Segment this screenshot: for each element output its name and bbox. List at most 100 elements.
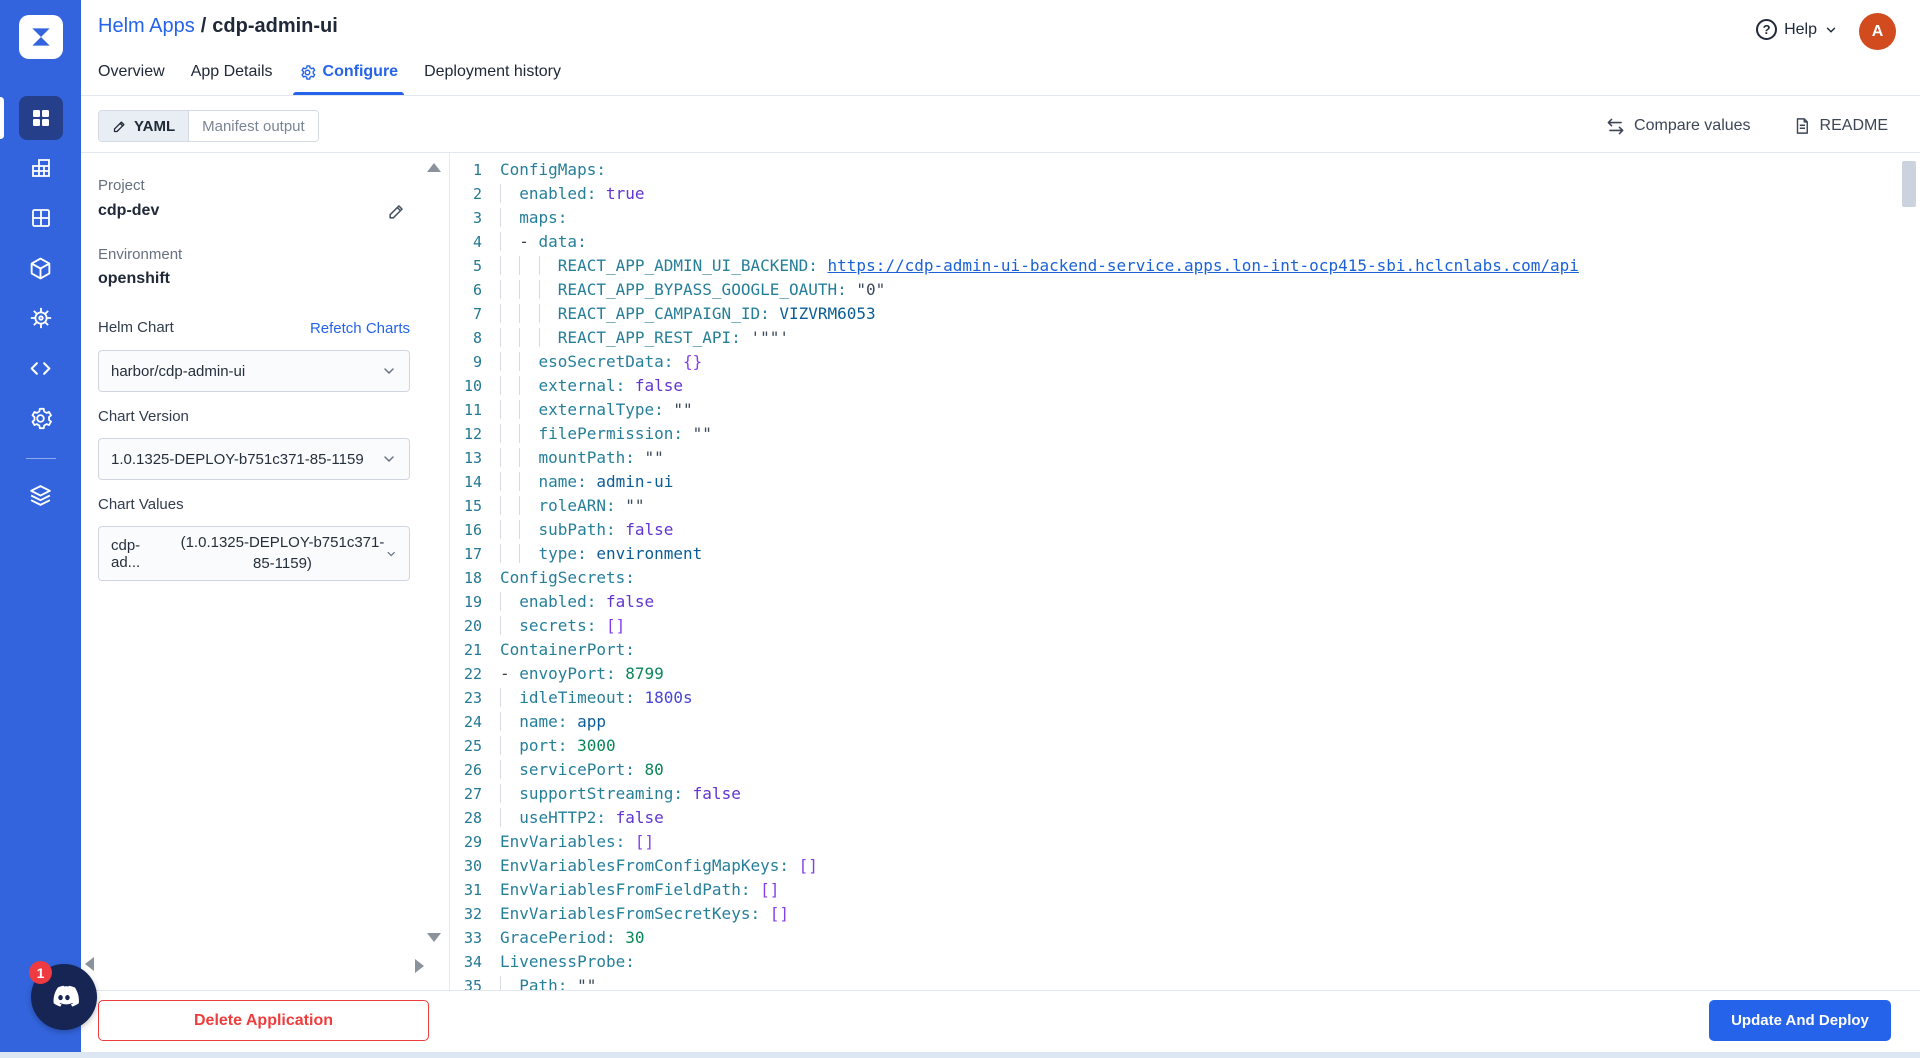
refetch-charts-link[interactable]: Refetch Charts — [310, 320, 410, 337]
code-line[interactable]: 7 REACT_APP_CAMPAIGN_ID: VIZVRM6053 — [450, 302, 1920, 326]
line-number: 21 — [463, 641, 482, 659]
toolbar-actions: Compare values README — [1606, 110, 1888, 142]
sidebar-item-global-config[interactable] — [19, 396, 63, 440]
code-line[interactable]: 15 roleARN: "" — [450, 494, 1920, 518]
code-line[interactable]: 12 filePermission: "" — [450, 422, 1920, 446]
yaml-editor[interactable]: 1 ConfigMaps: 2 enabled: true 3 maps: 4 - da… — [450, 153, 1920, 990]
code-line[interactable]: 29 EnvVariables: [] — [450, 830, 1920, 854]
code-icon — [30, 361, 51, 375]
sidebar-item-application-groups[interactable] — [19, 196, 63, 240]
readme-button[interactable]: README — [1793, 117, 1888, 135]
code-line[interactable]: 24 name: app — [450, 710, 1920, 734]
code-line[interactable]: 1 ConfigMaps: — [450, 158, 1920, 182]
code-line[interactable]: 35 Path: "" — [450, 974, 1920, 990]
line-number: 28 — [463, 809, 482, 827]
layers-icon — [30, 484, 51, 506]
sidebar-item-chart-store[interactable] — [19, 246, 63, 290]
gear-icon — [300, 64, 315, 80]
code-line[interactable]: 28 useHTTP2: false — [450, 806, 1920, 830]
code-line[interactable]: 10 external: false — [450, 374, 1920, 398]
help-label: Help — [1784, 20, 1817, 38]
panel-scroll-right-arrow[interactable] — [415, 959, 424, 973]
edit-project-button[interactable] — [387, 202, 406, 226]
app-logo[interactable] — [19, 15, 63, 59]
chart-values-label: Chart Values — [98, 496, 184, 513]
code-line[interactable]: 31 EnvVariablesFromFieldPath: [] — [450, 878, 1920, 902]
code-line[interactable]: 34 LivenessProbe: — [450, 950, 1920, 974]
chevron-down-icon — [384, 368, 394, 375]
configure-toolbar: YAML Manifest output Compare values READ… — [81, 96, 1920, 153]
tab-app-details[interactable]: App Details — [185, 63, 279, 95]
help-icon: ? — [1756, 19, 1778, 40]
chart-values-select[interactable]: cdp-ad... (1.0.1325-DEPLOY-b751c371-85-1… — [98, 526, 410, 581]
chevron-down-icon — [1826, 27, 1836, 33]
code-line[interactable]: 20 secrets: [] — [450, 614, 1920, 638]
line-number: 8 — [472, 329, 482, 347]
code-line[interactable]: 4 - data: — [450, 230, 1920, 254]
code-line[interactable]: 14 name: admin-ui — [450, 470, 1920, 494]
user-avatar[interactable]: A — [1859, 13, 1896, 50]
code-line[interactable]: 16 subPath: false — [450, 518, 1920, 542]
compare-values-button[interactable]: Compare values — [1606, 117, 1751, 136]
sidebar-item-stack-manager[interactable] — [19, 473, 63, 517]
code-line[interactable]: 9 esoSecretData: {} — [450, 350, 1920, 374]
tab-overview[interactable]: Overview — [92, 63, 171, 95]
devtron-logo-icon — [32, 28, 50, 46]
document-icon — [1796, 118, 1808, 134]
code-line[interactable]: 21 ContainerPort: — [450, 638, 1920, 662]
nav-rail — [0, 0, 81, 1058]
breadcrumb-helm-apps-link[interactable]: Helm Apps — [98, 15, 195, 37]
editor-scrollbar-thumb[interactable] — [1902, 161, 1916, 207]
update-and-deploy-button[interactable]: Update And Deploy — [1709, 1000, 1891, 1041]
code-line[interactable]: 8 REACT_APP_REST_API: '""' — [450, 326, 1920, 350]
sidebar-item-code[interactable] — [19, 346, 63, 390]
panel-scroll-down-arrow[interactable] — [427, 933, 441, 942]
environment-value: openshift — [98, 270, 170, 287]
code-line[interactable]: 5 REACT_APP_ADMIN_UI_BACKEND: https://cd… — [450, 254, 1920, 278]
sidebar-item-applications[interactable] — [18, 96, 63, 140]
panel-scroll-up-arrow[interactable] — [427, 163, 441, 172]
code-line[interactable]: 13 mountPath: "" — [450, 446, 1920, 470]
line-number: 33 — [463, 929, 482, 947]
delete-application-button[interactable]: Delete Application — [98, 1000, 429, 1041]
breadcrumb-separator: / — [200, 15, 207, 37]
code-line[interactable]: 23 idleTimeout: 1800s — [450, 686, 1920, 710]
manifest-output-toggle-button[interactable]: Manifest output — [189, 111, 318, 141]
sidebar-item-helm[interactable] — [19, 296, 63, 340]
code-line[interactable]: 33 GracePeriod: 30 — [450, 926, 1920, 950]
code-line[interactable]: 11 externalType: "" — [450, 398, 1920, 422]
code-line[interactable]: 6 REACT_APP_BYPASS_GOOGLE_OAUTH: "0" — [450, 278, 1920, 302]
line-number: 25 — [463, 737, 482, 755]
line-number: 12 — [463, 425, 482, 443]
line-number: 26 — [463, 761, 482, 779]
chart-values-version: (1.0.1325-DEPLOY-b751c371-85-1159) — [180, 534, 385, 572]
code-line[interactable]: 17 type: environment — [450, 542, 1920, 566]
code-line[interactable]: 27 supportStreaming: false — [450, 782, 1920, 806]
chart-values-name: cdp-ad... — [111, 536, 141, 571]
code-line[interactable]: 22- envoyPort: 8799 — [450, 662, 1920, 686]
code-line[interactable]: 2 enabled: true — [450, 182, 1920, 206]
pencil-icon — [389, 205, 403, 219]
code-line[interactable]: 26 servicePort: 80 — [450, 758, 1920, 782]
tab-configure[interactable]: Configure — [292, 63, 405, 95]
help-menu[interactable]: ? Help — [1756, 19, 1838, 40]
project-label: Project — [98, 177, 145, 194]
notification-badge: 1 — [29, 961, 52, 984]
code-line[interactable]: 25 port: 3000 — [450, 734, 1920, 758]
line-number: 6 — [472, 281, 482, 299]
line-number: 7 — [472, 305, 482, 323]
tab-deployment-history[interactable]: Deployment history — [418, 63, 567, 95]
discord-icon — [53, 985, 79, 1007]
panel-scroll-left-arrow[interactable] — [85, 957, 94, 971]
code-line[interactable]: 18 ConfigSecrets: — [450, 566, 1920, 590]
window-grid-icon — [31, 209, 50, 227]
chart-version-select[interactable]: 1.0.1325-DEPLOY-b751c371-85-1159 — [98, 438, 410, 480]
code-line[interactable]: 30 EnvVariablesFromConfigMapKeys: [] — [450, 854, 1920, 878]
code-line[interactable]: 3 maps: — [450, 206, 1920, 230]
code-line[interactable]: 19 enabled: false — [450, 590, 1920, 614]
helm-chart-select[interactable]: harbor/cdp-admin-ui — [98, 350, 410, 392]
sidebar-item-jobs[interactable] — [19, 146, 63, 190]
line-number: 30 — [463, 857, 482, 875]
yaml-toggle-button[interactable]: YAML — [99, 111, 190, 141]
code-line[interactable]: 32 EnvVariablesFromSecretKeys: [] — [450, 902, 1920, 926]
